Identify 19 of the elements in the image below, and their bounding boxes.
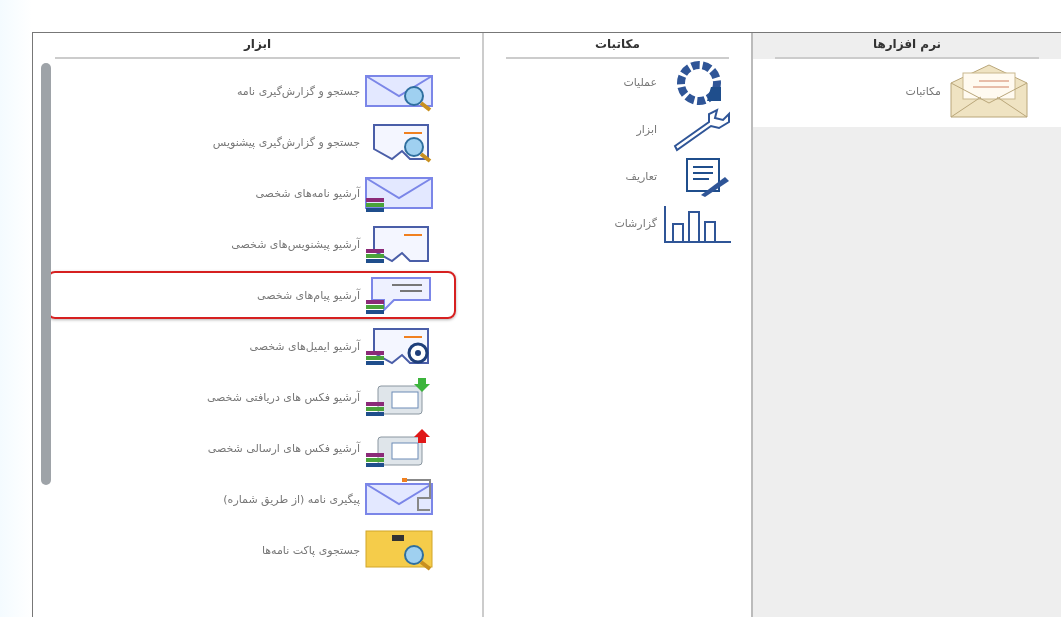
tool-item[interactable]: آرشیو نامه‌های شخصی	[47, 169, 456, 217]
envelope-search-icon	[364, 529, 436, 571]
category-item[interactable]: ابزار	[484, 106, 751, 153]
column-title: ابزار	[55, 33, 460, 59]
tool-item[interactable]: پیگیری نامه (از طریق شماره)	[47, 475, 456, 523]
scrollbar[interactable]	[41, 63, 51, 485]
category-item[interactable]: گزارشات	[484, 200, 751, 247]
tool-item[interactable]: جستجو و گزارش‌گیری نامه	[47, 67, 456, 115]
tool-item[interactable]: جستجوی پاکت نامه‌ها	[47, 526, 456, 574]
tool-item[interactable]: آرشیو فکس های دریافتی شخصی	[47, 373, 456, 421]
column-title: مکاتبات	[506, 33, 729, 59]
tool-item[interactable]: آرشیو پیشنویس‌های شخصی	[47, 220, 456, 268]
tool-item[interactable]: جستجو و گزارش‌گیری پیشنویس	[47, 118, 456, 166]
tool-item[interactable]: آرشیو فکس های ارسالی شخصی	[47, 424, 456, 472]
category-item[interactable]: تعاریف	[484, 153, 751, 200]
envelope-icon	[949, 63, 1029, 119]
category-item[interactable]: عملیات	[484, 59, 751, 106]
tool-item[interactable]: آرشیو ایمیل‌های شخصی	[47, 322, 456, 370]
software-item[interactable]: مکاتبات	[753, 59, 1061, 127]
